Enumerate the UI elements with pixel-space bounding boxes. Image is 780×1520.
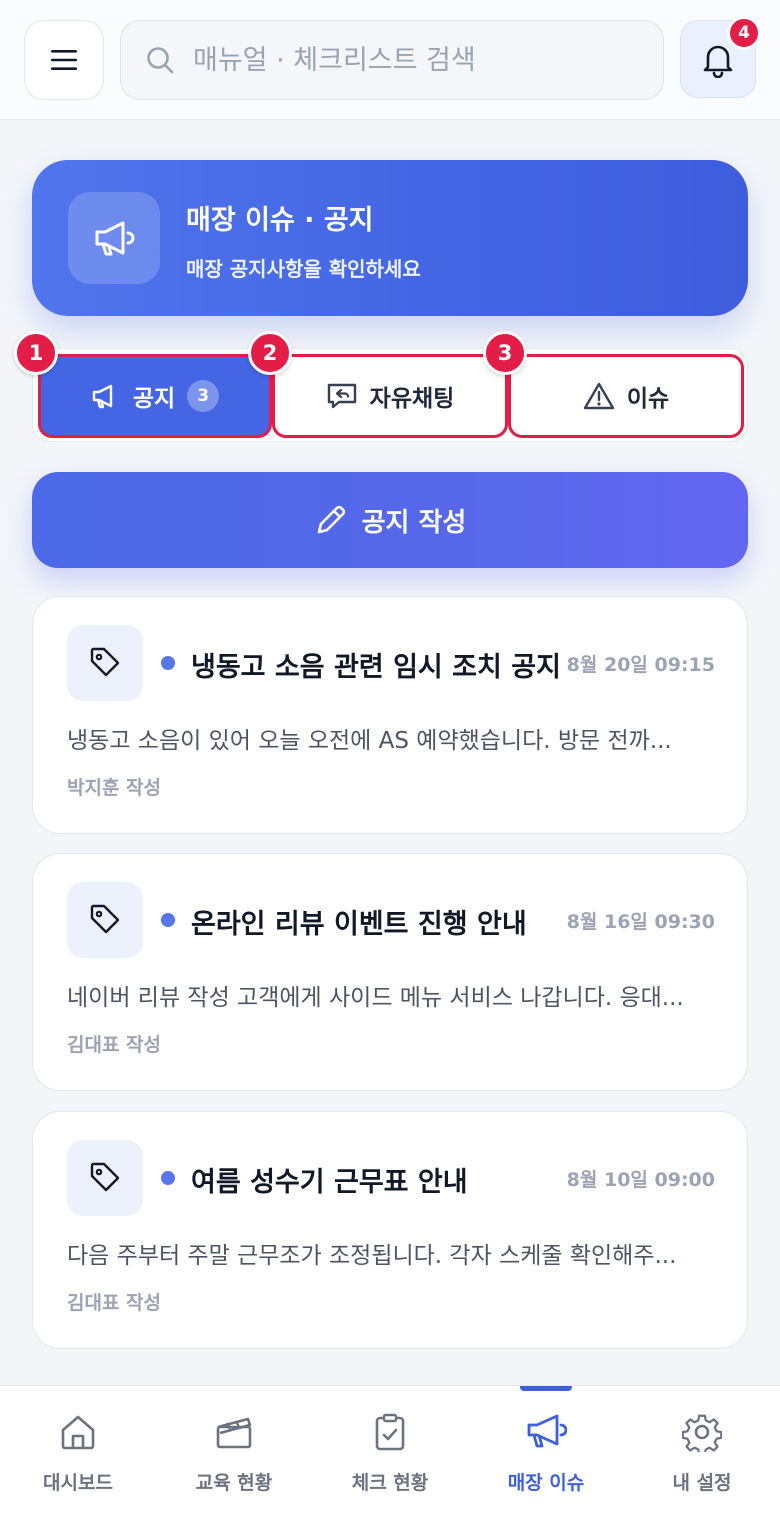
nav-item-education[interactable]: 교육 현황 — [156, 1386, 312, 1520]
nav-item-checks[interactable]: 체크 현황 — [312, 1386, 468, 1520]
unread-dot — [161, 913, 175, 927]
tag-icon — [90, 904, 120, 934]
tab-issue[interactable]: 이슈 — [508, 354, 744, 438]
notification-count-badge: 4 — [727, 16, 761, 50]
notice-preview: 다음 주부터 주말 근무조가 조정됩니다. 각자 스케줄 확인해주... — [67, 1243, 677, 1269]
pencil-icon — [317, 505, 345, 534]
chat-reply-icon — [327, 383, 356, 409]
step-marker-3: 3 — [483, 331, 527, 375]
top-header: 4 — [0, 0, 780, 120]
unread-dot — [161, 656, 175, 670]
hamburger-icon — [51, 50, 77, 70]
notice-card[interactable]: 냉동고 소음 관련 임시 조치 공지 8월 20일 09:15 냉동고 소음이 … — [32, 596, 748, 834]
bottom-nav: 대시보드 교육 현황 체크 현황 매장 이슈 내 설정 — [0, 1385, 780, 1520]
menu-button[interactable] — [24, 20, 104, 100]
hero-title: 매장 이슈 · 공지 — [186, 205, 374, 236]
hero-subtitle: 매장 공지사항을 확인하세요 — [186, 257, 421, 281]
hero-icon-box — [68, 192, 160, 284]
write-notice-label: 공지 작성 — [361, 507, 467, 538]
notice-title: 냉동고 소음 관련 임시 조치 공지 — [191, 652, 561, 683]
notice-preview: 네이버 리뷰 작성 고객에게 사이드 메뉴 서비스 나갑니다. 응대... — [67, 985, 684, 1011]
nav-label: 대시보드 — [43, 1472, 113, 1494]
tab-notice-label: 공지 — [132, 386, 176, 412]
tag-icon — [90, 1162, 120, 1192]
nav-item-dashboard[interactable]: 대시보드 — [0, 1386, 156, 1520]
notice-author: 김대표 작성 — [67, 1292, 162, 1314]
notice-preview: 냉동고 소음이 있어 오늘 오전에 AS 예약했습니다. 방문 전까... — [67, 728, 672, 754]
section-hero-banner: 매장 이슈 · 공지 매장 공지사항을 확인하세요 — [32, 160, 748, 316]
notice-date: 8월 20일 09:15 — [566, 654, 715, 676]
tag-icon-box — [67, 882, 143, 958]
clapperboard-icon — [216, 1417, 252, 1449]
notice-title: 온라인 리뷰 이벤트 진행 안내 — [191, 909, 527, 940]
notice-card[interactable]: 온라인 리뷰 이벤트 진행 안내 8월 16일 09:30 네이버 리뷰 작성 … — [32, 853, 748, 1091]
nav-label: 체크 현황 — [351, 1472, 429, 1494]
nav-item-store-issues[interactable]: 매장 이슈 — [468, 1386, 624, 1520]
tab-issue-label: 이슈 — [626, 386, 670, 412]
search-bar[interactable] — [120, 20, 664, 100]
nav-label: 매장 이슈 — [507, 1472, 585, 1494]
notice-date: 8월 10일 09:00 — [566, 1169, 715, 1191]
tag-icon — [90, 647, 120, 677]
nav-label: 교육 현황 — [195, 1472, 273, 1494]
tab-free-chat[interactable]: 자유채팅 — [272, 354, 508, 438]
active-indicator — [520, 1386, 572, 1391]
notice-author: 박지훈 작성 — [67, 777, 162, 799]
warning-icon — [583, 382, 615, 410]
write-notice-button[interactable]: 공지 작성 — [32, 472, 748, 568]
megaphone-icon — [95, 221, 135, 256]
search-icon — [147, 47, 174, 74]
tag-icon-box — [67, 625, 143, 701]
notice-title: 여름 성수기 근무표 안내 — [191, 1167, 468, 1198]
megaphone-icon — [527, 1414, 567, 1448]
bell-icon — [703, 45, 733, 78]
notice-date: 8월 16일 09:30 — [566, 911, 715, 933]
tab-free-chat-label: 자유채팅 — [369, 386, 455, 412]
tab-notice-count: 3 — [187, 380, 220, 412]
notice-author: 김대표 작성 — [67, 1034, 162, 1056]
unread-dot — [161, 1171, 175, 1185]
megaphone-icon — [92, 384, 113, 409]
tag-icon-box — [67, 1140, 143, 1216]
home-icon — [61, 1415, 95, 1450]
step-marker-1: 1 — [14, 331, 58, 375]
search-input[interactable] — [193, 44, 633, 76]
clipboard-check-icon — [375, 1413, 405, 1451]
nav-label: 내 설정 — [672, 1472, 732, 1494]
notice-card[interactable]: 여름 성수기 근무표 안내 8월 10일 09:00 다음 주부터 주말 근무조… — [32, 1111, 748, 1349]
gear-icon — [682, 1414, 722, 1452]
nav-item-settings[interactable]: 내 설정 — [624, 1386, 780, 1520]
step-marker-2: 2 — [248, 331, 292, 375]
tab-notice[interactable]: 공지 3 — [38, 354, 272, 438]
